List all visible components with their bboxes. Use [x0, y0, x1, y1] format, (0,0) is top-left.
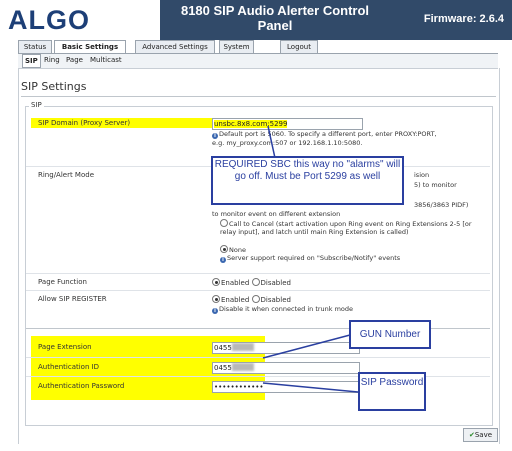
callout-gun-number: GUN Number: [349, 320, 431, 349]
connector-sip: [262, 382, 359, 393]
save-button[interactable]: ✔Save: [463, 428, 498, 442]
callout-sip-password: SIP Password: [358, 372, 426, 411]
callout-required-sbc: REQUIRED SBC this way no "alarms" will g…: [211, 156, 404, 205]
callout-connectors: [262, 125, 359, 393]
connector-gun: [262, 334, 351, 359]
connector-required: [267, 125, 276, 159]
save-label: Save: [474, 431, 493, 439]
